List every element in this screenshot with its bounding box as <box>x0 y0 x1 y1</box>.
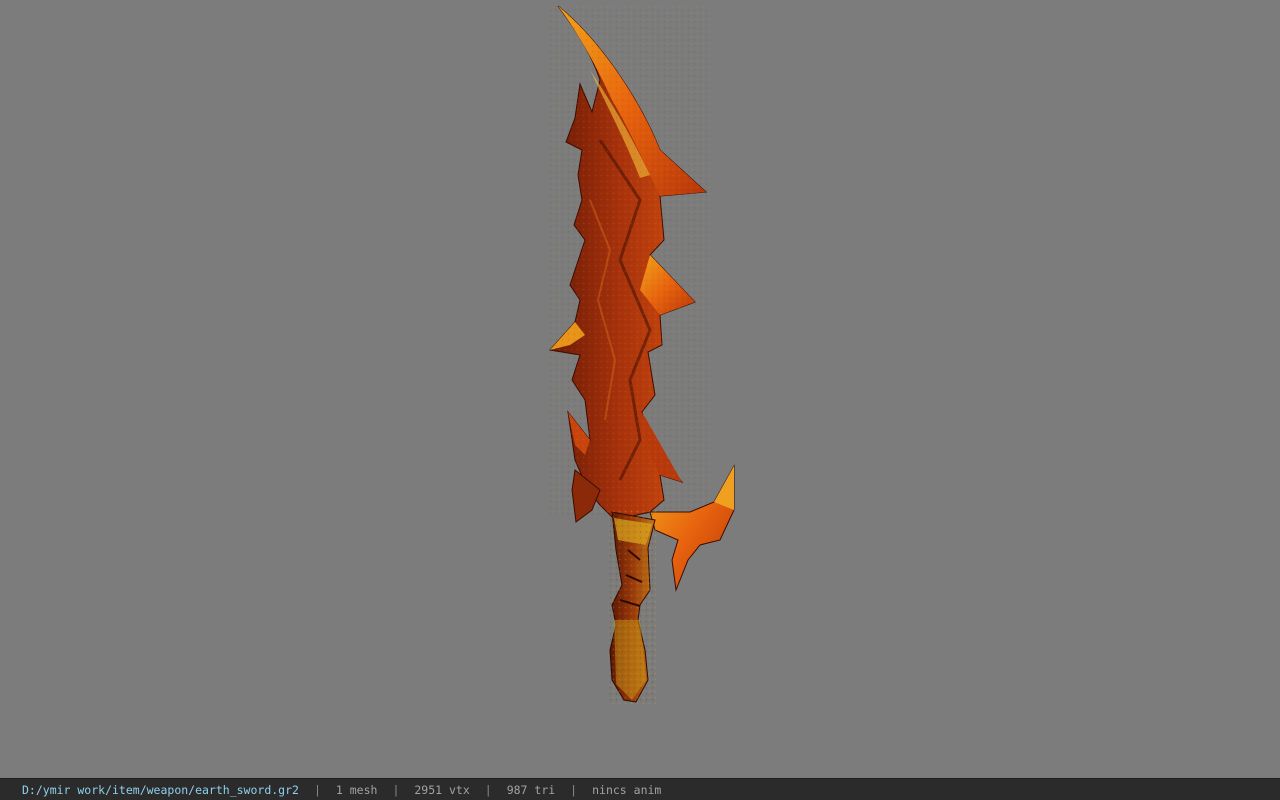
status-separator: | <box>570 782 578 797</box>
status-bar: D:/ymir work/item/weapon/earth_sword.gr2… <box>0 778 1280 800</box>
status-separator: | <box>484 782 492 797</box>
sword-model[interactable] <box>0 0 1280 778</box>
status-separator: | <box>313 782 321 797</box>
file-path-label: D:/ymir work/item/weapon/earth_sword.gr2 <box>22 782 299 797</box>
3d-viewport[interactable] <box>0 0 1280 778</box>
anim-status-label: nincs anim <box>592 782 662 797</box>
sword-grip <box>608 510 658 705</box>
vertex-count-label: 2951 vtx <box>414 782 470 797</box>
triangle-count-label: 987 tri <box>506 782 556 797</box>
sword-blade <box>549 5 710 521</box>
mesh-count-label: 1 mesh <box>335 782 378 797</box>
status-separator: | <box>392 782 400 797</box>
